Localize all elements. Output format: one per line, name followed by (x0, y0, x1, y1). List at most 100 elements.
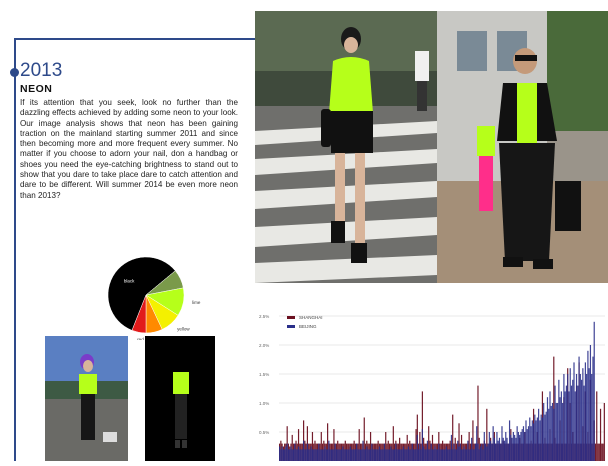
bar-beijing (541, 417, 544, 461)
bar-beijing (393, 449, 396, 461)
bar-beijing (433, 449, 435, 461)
bar-shanghai (596, 391, 598, 461)
neon-trend-bar-chart: 2.5% 2.0% 1.5% 1.0% 0.5% SHANGHAI BEIJING (257, 300, 607, 461)
bar-beijing (445, 446, 447, 461)
bar-beijing (438, 443, 440, 461)
bar-beijing (383, 443, 386, 461)
bar-beijing (568, 391, 570, 461)
bar-beijing (549, 391, 551, 461)
bar-beijing (493, 437, 496, 461)
bar-beijing (583, 385, 585, 461)
bar-beijing (417, 449, 420, 461)
bar-beijing (353, 449, 355, 461)
bar-beijing (292, 449, 295, 461)
section-title: NEON (20, 83, 53, 95)
bar-beijing (311, 449, 314, 461)
bar-beijing (582, 368, 584, 461)
bar-beijing (469, 449, 471, 461)
bar-beijing (544, 414, 546, 461)
bar-beijing (343, 449, 345, 461)
bar-beijing (361, 449, 363, 461)
bar-beijing (486, 446, 488, 461)
bar-beijing (502, 437, 504, 461)
year-heading: 2013 (20, 60, 63, 81)
bar-shanghai (598, 443, 600, 461)
bar-beijing (357, 449, 359, 461)
bar-beijing (294, 443, 296, 461)
bar-beijing (344, 449, 346, 461)
bar-shanghai (602, 443, 604, 461)
bar-beijing (538, 408, 540, 461)
timeline-vertical-line (14, 38, 16, 461)
bar-beijing (508, 420, 511, 461)
bar-beijing (402, 446, 405, 461)
bar-beijing (495, 443, 497, 461)
bar-beijing (324, 446, 326, 461)
bar-beijing (449, 449, 451, 461)
bar-beijing (328, 440, 330, 461)
bar-beijing (306, 443, 308, 461)
bar-beijing (574, 391, 576, 461)
bar-beijing (395, 443, 397, 461)
y-tick-label: 1.0% (259, 401, 269, 406)
bar-beijing (304, 449, 306, 461)
bar-beijing (562, 403, 564, 461)
pie-slice-label: black (124, 279, 135, 284)
bar-beijing (439, 449, 441, 461)
bar-beijing (396, 449, 398, 461)
bar-beijing (415, 449, 417, 461)
bar-beijing (572, 379, 574, 461)
bar-beijing (551, 403, 554, 461)
bar-beijing (400, 449, 402, 461)
bar-beijing (372, 449, 374, 461)
bar-beijing (435, 449, 437, 461)
y-tick-label: 2.5% (259, 314, 269, 319)
bar-beijing (553, 408, 555, 461)
bar-beijing (548, 408, 550, 461)
bar-beijing (321, 449, 324, 461)
bar-beijing (496, 432, 498, 461)
bar-beijing (363, 449, 365, 461)
bar-beijing (515, 437, 517, 461)
bar-beijing (329, 449, 331, 461)
bar-beijing (539, 420, 541, 461)
bar-beijing (545, 411, 547, 461)
bar-beijing (289, 449, 291, 461)
y-tick-label: 0.5% (259, 430, 269, 435)
bar-beijing (543, 403, 545, 461)
bar-beijing (573, 362, 575, 461)
legend-swatch (287, 325, 295, 328)
bar-beijing (500, 443, 502, 461)
bar-beijing (371, 443, 373, 461)
bar-beijing (578, 356, 580, 461)
bar-beijing (431, 449, 434, 461)
bar-beijing (295, 449, 297, 461)
bar-beijing (416, 434, 418, 461)
bar-beijing (527, 426, 530, 461)
bar-beijing (362, 440, 364, 461)
bar-beijing (380, 449, 382, 461)
bar-beijing (339, 449, 341, 461)
bar-beijing (588, 368, 590, 461)
bar-beijing (320, 449, 322, 461)
bar-beijing (391, 449, 393, 461)
bar-shanghai (599, 408, 602, 461)
bar-beijing (591, 374, 593, 461)
bar-beijing (342, 446, 344, 461)
bar-beijing (482, 449, 484, 461)
bar-beijing (473, 449, 475, 461)
bar-beijing (404, 449, 406, 461)
bar-beijing (426, 440, 429, 461)
bar-beijing (511, 437, 513, 461)
bar-beijing (468, 449, 470, 461)
bar-beijing (579, 374, 581, 461)
bar-beijing (303, 440, 305, 461)
bar-beijing (375, 449, 377, 461)
bar-beijing (378, 446, 381, 461)
bar-beijing (457, 440, 459, 461)
bar-beijing (532, 423, 535, 461)
bar-beijing (299, 449, 301, 461)
bar-beijing (520, 432, 522, 461)
bar-beijing (348, 449, 350, 461)
bar-beijing (279, 446, 281, 461)
